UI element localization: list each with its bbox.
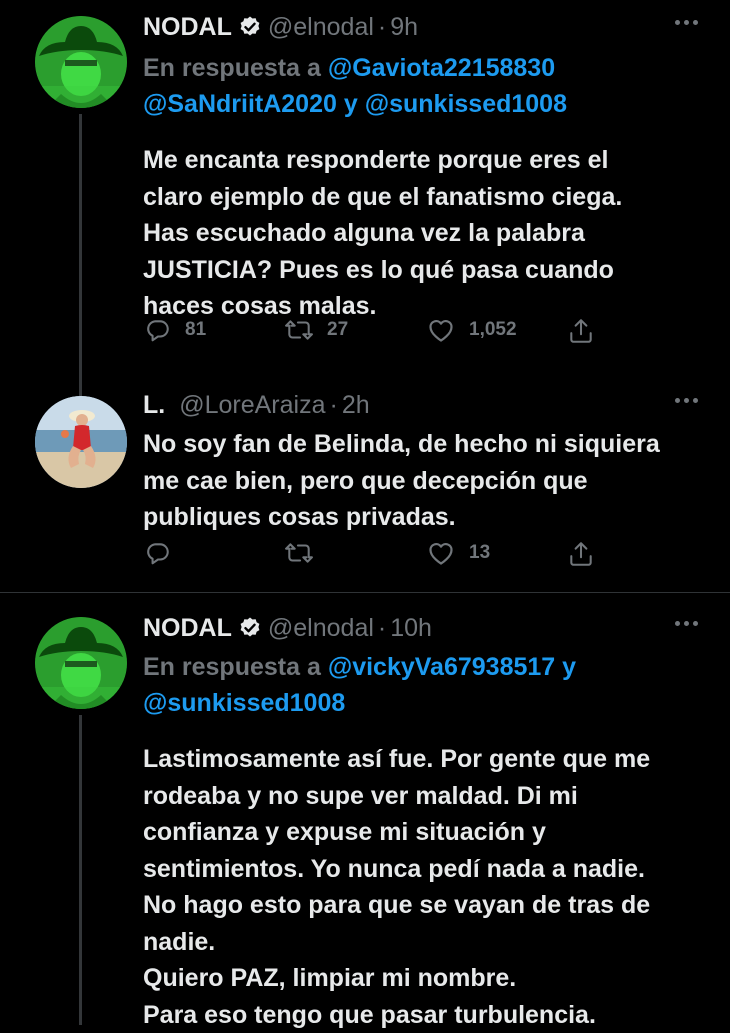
- tweet-text: Lastimosamente así fue. Por gente que me…: [143, 745, 651, 1029]
- retweet-button[interactable]: [285, 540, 313, 566]
- like-button[interactable]: 13: [427, 540, 490, 566]
- tweet-header: NODAL @elnodal · 10h: [143, 611, 698, 645]
- mention-link[interactable]: @sunkissed1008: [365, 90, 567, 118]
- like-count: 13: [469, 542, 491, 563]
- more-icon[interactable]: [675, 398, 698, 403]
- retweet-count: 27: [327, 319, 349, 340]
- like-button[interactable]: 1,052: [427, 317, 517, 343]
- reply-button[interactable]: 81: [145, 317, 206, 343]
- like-count: 1,052: [469, 319, 517, 340]
- tweet-body: L. @LoreAraiza · 2h No soy fan de Belind…: [143, 388, 698, 536]
- share-icon: [570, 542, 592, 566]
- reply-icon: [147, 543, 169, 565]
- handle[interactable]: @elnodal: [268, 614, 374, 643]
- tweet[interactable]: L. @LoreAraiza · 2h No soy fan de Belind…: [0, 378, 730, 592]
- reply-count: 81: [185, 319, 207, 340]
- verified-badge-icon: [238, 616, 262, 640]
- tweet-header: NODAL @elnodal · 9h: [143, 10, 698, 44]
- thread-line: [79, 715, 82, 1025]
- reply-context: En respuesta a @Gaviota22158830 @SaNdrii…: [143, 50, 698, 122]
- retweet-button[interactable]: 27: [285, 317, 348, 343]
- thread-line: [79, 114, 82, 378]
- reply-icon: [147, 320, 169, 342]
- tweet-body: NODAL @elnodal · 10h En respuesta a @vic…: [143, 611, 698, 1033]
- like-icon: [429, 543, 453, 565]
- tweet-header: L. @LoreAraiza · 2h: [143, 388, 698, 422]
- timestamp[interactable]: 10h: [390, 614, 432, 643]
- display-name[interactable]: NODAL: [143, 13, 232, 42]
- avatar-image: [35, 396, 127, 488]
- handle[interactable]: @LoreAraiza: [179, 391, 325, 420]
- tweet[interactable]: NODAL @elnodal · 10h En respuesta a @vic…: [0, 592, 730, 1029]
- tweet-actions: 13: [143, 540, 598, 576]
- display-name[interactable]: L.: [143, 391, 165, 420]
- mention-link[interactable]: @SaNdriitA2020: [143, 90, 337, 118]
- display-name[interactable]: NODAL: [143, 614, 232, 643]
- separator-dot: ·: [377, 613, 387, 642]
- avatar[interactable]: [35, 617, 127, 709]
- tweet-text: Me encanta responderte porque eres el cl…: [143, 146, 623, 320]
- timestamp[interactable]: 9h: [390, 13, 418, 42]
- tweet[interactable]: NODAL @elnodal · 9h En respuesta a @Gavi…: [0, 0, 730, 378]
- avatar-image: [35, 16, 127, 108]
- handle[interactable]: @elnodal: [268, 13, 374, 42]
- retweet-icon: [285, 320, 313, 340]
- reply-prefix: En respuesta a: [143, 54, 321, 82]
- more-icon[interactable]: [675, 20, 698, 25]
- tweet-text: No soy fan de Belinda, de hecho ni siqui…: [143, 430, 660, 531]
- share-button[interactable]: [568, 540, 594, 568]
- mention-link[interactable]: @Gaviota22158830: [328, 54, 555, 82]
- reply-conjunction: y: [343, 90, 358, 118]
- share-button[interactable]: [568, 317, 594, 345]
- reply-button[interactable]: [145, 540, 171, 566]
- tweet-body: NODAL @elnodal · 9h En respuesta a @Gavi…: [143, 10, 698, 325]
- reply-context: En respuesta a @vickyVa67938517 y @sunki…: [143, 649, 698, 721]
- separator-dot: ·: [377, 12, 387, 41]
- timestamp[interactable]: 2h: [342, 391, 370, 420]
- reply-conjunction: y: [562, 653, 577, 681]
- avatar-image: [35, 617, 127, 709]
- reply-prefix: En respuesta a: [143, 653, 321, 681]
- mention-link[interactable]: @sunkissed1008: [143, 689, 345, 717]
- like-icon: [429, 320, 453, 342]
- verified-badge-icon: [238, 15, 262, 39]
- avatar[interactable]: [35, 396, 127, 488]
- separator-dot: ·: [329, 390, 338, 419]
- share-icon: [570, 319, 592, 343]
- avatar[interactable]: [35, 16, 127, 108]
- thread-line: [79, 378, 82, 396]
- mention-link[interactable]: @vickyVa67938517: [328, 653, 555, 681]
- more-icon[interactable]: [675, 621, 698, 626]
- tweet-actions: 81 27 1,052: [143, 317, 598, 353]
- retweet-icon: [285, 543, 313, 563]
